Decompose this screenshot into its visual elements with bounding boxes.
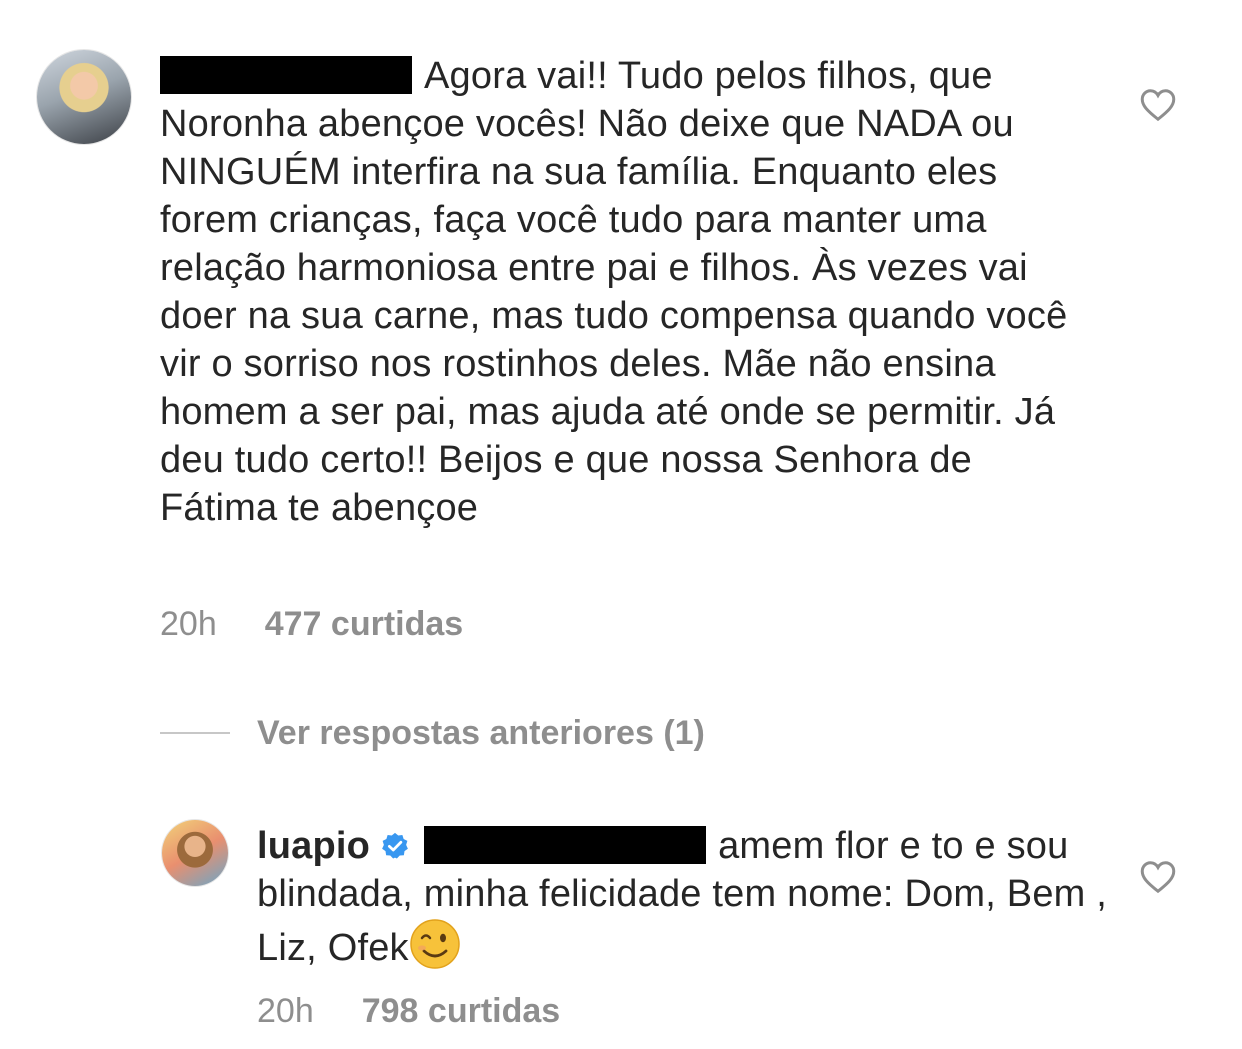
comment-likes[interactable]: 477 curtidas [265,605,463,643]
reply-text: luapio amem flor e to e sou blindada, min… [257,822,1117,972]
winking-face-icon [410,919,460,969]
verified-badge-icon [382,832,408,859]
redacted-mention [424,826,707,864]
comment-meta: 20h 477 curtidas [160,605,463,644]
reply-meta: 20h 798 curtidas [257,992,560,1031]
commenter-avatar[interactable] [37,50,131,144]
reply-avatar[interactable] [162,820,228,886]
heart-icon[interactable] [1140,860,1176,894]
view-replies-button[interactable]: Ver respostas anteriores (1) [257,714,705,753]
redacted-username [160,56,412,94]
reply-likes[interactable]: 798 curtidas [362,992,560,1030]
reply-username[interactable]: luapio [257,825,370,867]
reply-time: 20h [257,992,314,1030]
comment-time: 20h [160,605,217,643]
comment-text: Agora vai!! Tudo pelos filhos, que Noron… [160,52,1100,532]
comment-body: Agora vai!! Tudo pelos filhos, que Noron… [160,55,1079,529]
replies-divider [160,732,230,734]
heart-icon[interactable] [1140,88,1176,122]
